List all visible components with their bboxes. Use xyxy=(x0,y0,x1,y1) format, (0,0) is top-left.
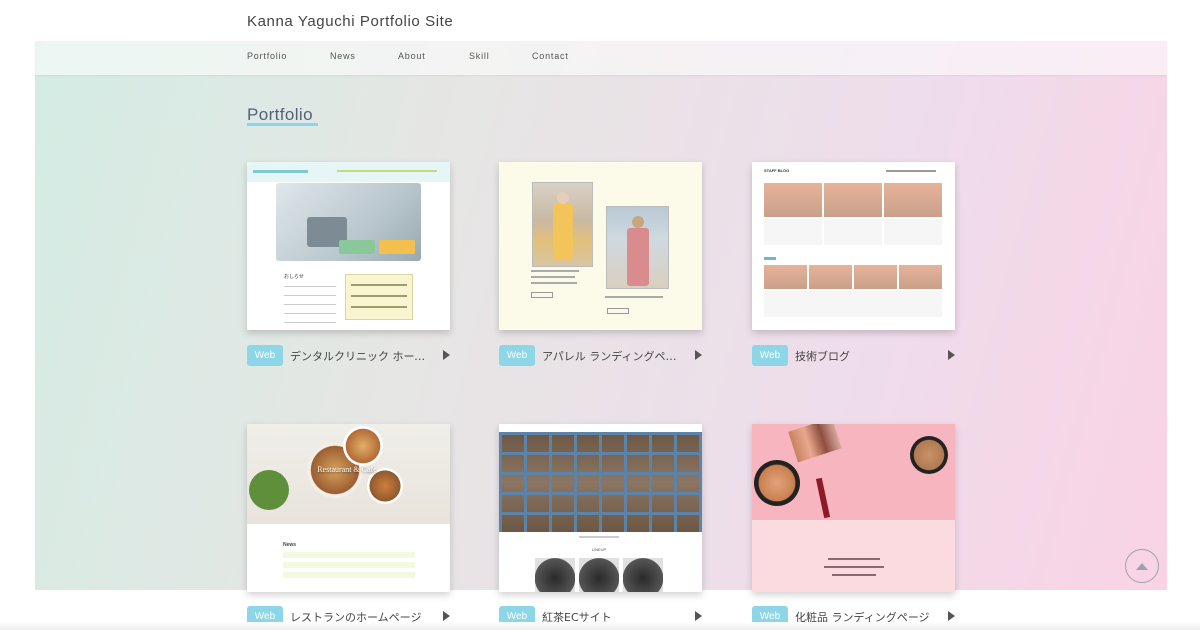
card-title[interactable]: 技術ブログ xyxy=(795,348,940,364)
caret-right-icon[interactable] xyxy=(948,611,955,621)
restaurant-news-heading: News xyxy=(283,542,297,548)
restaurant-hero-title: Restaurant & Cafe xyxy=(317,465,377,474)
card-title[interactable]: アパレル ランディングページ xyxy=(542,348,687,364)
thumbnail-cosmetics[interactable] xyxy=(752,424,955,592)
nav-item-portfolio[interactable]: Portfolio xyxy=(247,51,287,61)
thumbnail-apparel[interactable] xyxy=(499,162,702,330)
web-badge: Web xyxy=(752,345,788,366)
web-badge: Web xyxy=(247,345,283,366)
tea-lineup-heading: LINEUP xyxy=(591,547,607,552)
thumbnail-dental[interactable]: おしらせ xyxy=(247,162,450,330)
caret-right-icon[interactable] xyxy=(948,350,955,360)
thumbnail-restaurant[interactable]: Restaurant & Cafe News xyxy=(247,424,450,592)
web-badge: Web xyxy=(499,345,535,366)
caret-right-icon[interactable] xyxy=(443,611,450,621)
nav-item-skill[interactable]: Skill xyxy=(469,51,490,61)
site-title[interactable]: Kanna Yaguchi Portfolio Site xyxy=(247,13,453,30)
card-title[interactable]: デンタルクリニック ホームページ xyxy=(290,348,435,364)
nav-item-contact[interactable]: Contact xyxy=(532,51,569,61)
caption-blog[interactable]: Web 技術ブログ xyxy=(752,345,955,366)
scroll-top-button[interactable] xyxy=(1125,549,1159,583)
dental-news-heading: おしらせ xyxy=(284,274,304,280)
section-title: Portfolio xyxy=(247,105,313,124)
section-title-underline xyxy=(247,123,318,126)
thumbnail-tea[interactable]: LINEUP xyxy=(499,424,702,592)
caret-right-icon[interactable] xyxy=(443,350,450,360)
nav-item-about[interactable]: About xyxy=(398,51,426,61)
caret-right-icon[interactable] xyxy=(695,611,702,621)
caption-apparel[interactable]: Web アパレル ランディングページ xyxy=(499,345,702,366)
page-bottom-fade xyxy=(0,622,1200,630)
nav-bar xyxy=(35,41,1167,75)
blog-logo: STAFF BLOG xyxy=(764,168,790,173)
nav-item-news[interactable]: News xyxy=(330,51,356,61)
thumbnail-blog[interactable]: STAFF BLOG xyxy=(752,162,955,330)
caption-dental[interactable]: Web デンタルクリニック ホームページ xyxy=(247,345,450,366)
caret-right-icon[interactable] xyxy=(695,350,702,360)
